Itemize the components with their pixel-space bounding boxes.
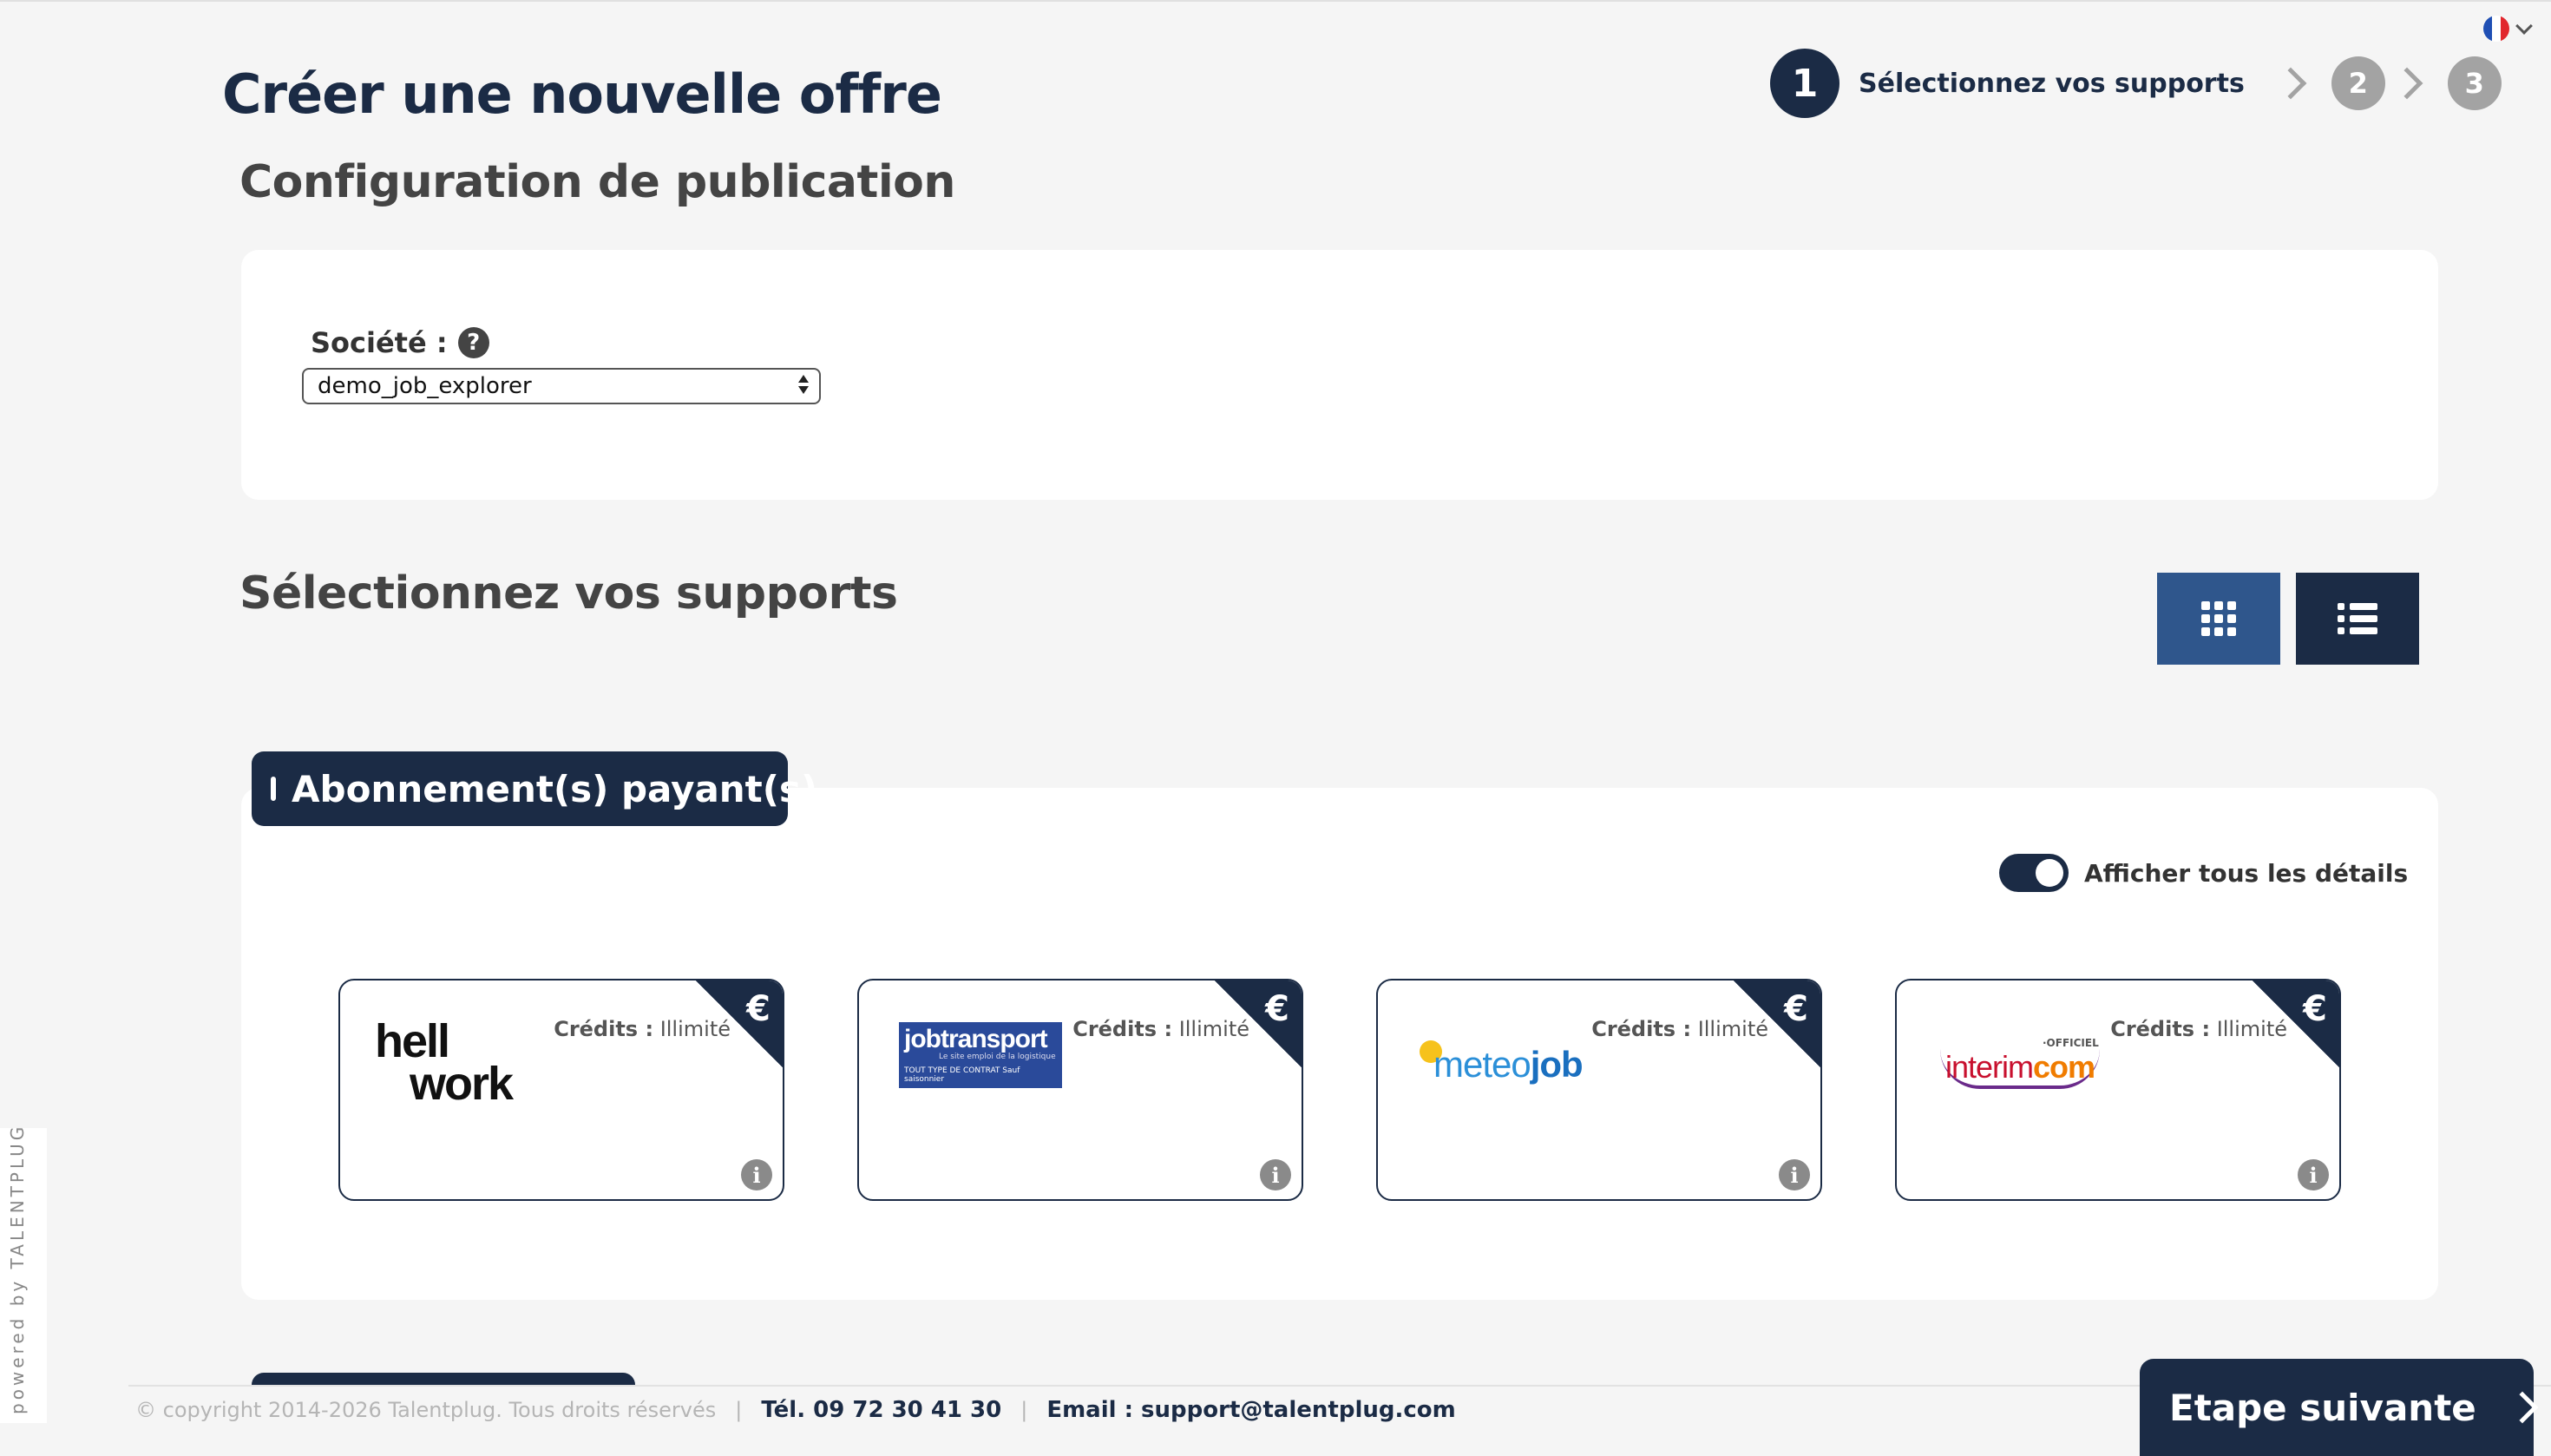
footer-separator: | <box>735 1398 743 1422</box>
chevron-right-icon <box>2390 67 2423 100</box>
chevron-right-icon <box>2506 1391 2539 1424</box>
list-icon <box>2338 603 2377 634</box>
copyright-text: © copyright 2014-2026 Talentplug. Tous d… <box>135 1398 717 1422</box>
meteojob-logo: meteo job <box>1420 1017 1610 1112</box>
footer-separator: | <box>1020 1398 1028 1422</box>
card-credits: Crédits : Illimité <box>2110 1017 2287 1041</box>
hellowork-logo: hell work <box>375 1015 514 1110</box>
language-selector[interactable] <box>2483 16 2533 42</box>
societe-label-group: Société : ? <box>311 326 489 359</box>
step-1-label: Sélectionnez vos supports <box>1859 68 2245 99</box>
next-step-button[interactable]: Etape suivante <box>2140 1359 2539 1456</box>
support-card-meteojob[interactable]: meteo job € Crédits : Illimité i <box>1376 979 1822 1201</box>
details-toggle[interactable] <box>1999 854 2069 892</box>
paid-badge-icon: € <box>1265 989 1289 1029</box>
phone-link[interactable]: Tél. 09 72 30 41 30 <box>761 1397 1001 1423</box>
info-icon[interactable]: i <box>741 1159 772 1190</box>
grid-icon <box>2201 601 2236 636</box>
paid-badge-icon: € <box>2303 989 2327 1029</box>
page-title: Créer une nouvelle offre <box>222 62 942 126</box>
details-toggle-group: Afficher tous les détails <box>1999 854 2408 892</box>
chevron-right-icon <box>2274 67 2307 100</box>
select-all-checkbox[interactable] <box>271 777 276 801</box>
email-link[interactable]: Email : support@talentplug.com <box>1046 1397 1455 1423</box>
societe-select-value: demo_job_explorer <box>318 373 532 399</box>
jobtransport-logo: jobtransport Le site emploi de la logist… <box>899 1022 1062 1088</box>
card-credits: Crédits : Illimité <box>1072 1017 1249 1041</box>
paid-subscriptions-label: Abonnement(s) payant(s) <box>292 767 818 810</box>
config-section-title: Configuration de publication <box>239 156 955 208</box>
powered-by-badge[interactable]: powered by TALENTPLUG <box>0 1124 47 1423</box>
paid-badge-icon: € <box>746 989 771 1029</box>
grid-view-button[interactable] <box>2157 573 2280 665</box>
powered-by-text: powered by TALENTPLUG <box>7 1123 28 1414</box>
french-flag-icon <box>2483 16 2509 42</box>
step-3-badge: 3 <box>2447 56 2502 110</box>
card-credits: Crédits : Illimité <box>1591 1017 1768 1041</box>
support-card-interimcom[interactable]: ·OFFICIEL interimcom € Crédits : Illimit… <box>1895 979 2341 1201</box>
step-1-badge: 1 <box>1770 49 1839 118</box>
support-card-hellowork[interactable]: hell work € Crédits : Illimité i <box>338 979 784 1201</box>
step-2-badge: 2 <box>2331 56 2385 110</box>
next-step-label: Etape suivante <box>2169 1386 2476 1429</box>
paid-badge-icon: € <box>1784 989 1808 1029</box>
info-icon[interactable]: i <box>1779 1159 1810 1190</box>
details-toggle-label: Afficher tous les détails <box>2084 858 2409 888</box>
societe-label: Société : <box>311 326 448 359</box>
societe-select[interactable]: demo_job_explorer <box>302 368 821 404</box>
help-icon[interactable]: ? <box>457 327 489 358</box>
stepper: 1 Sélectionnez vos supports 2 3 <box>1770 49 2502 118</box>
select-arrows-icon <box>798 375 809 394</box>
top-border <box>0 0 2551 2</box>
list-view-button[interactable] <box>2296 573 2419 665</box>
interimcom-logo: ·OFFICIEL interimcom <box>1940 1015 2131 1111</box>
info-icon[interactable]: i <box>2298 1159 2329 1190</box>
supports-section-title: Sélectionnez vos supports <box>239 567 898 620</box>
paid-subscriptions-tab[interactable]: Abonnement(s) payant(s) <box>252 751 817 826</box>
card-credits: Crédits : Illimité <box>554 1017 731 1041</box>
chevron-down-icon <box>2515 17 2533 35</box>
info-icon[interactable]: i <box>1260 1159 1291 1190</box>
support-card-jobtransport[interactable]: jobtransport Le site emploi de la logist… <box>857 979 1303 1201</box>
